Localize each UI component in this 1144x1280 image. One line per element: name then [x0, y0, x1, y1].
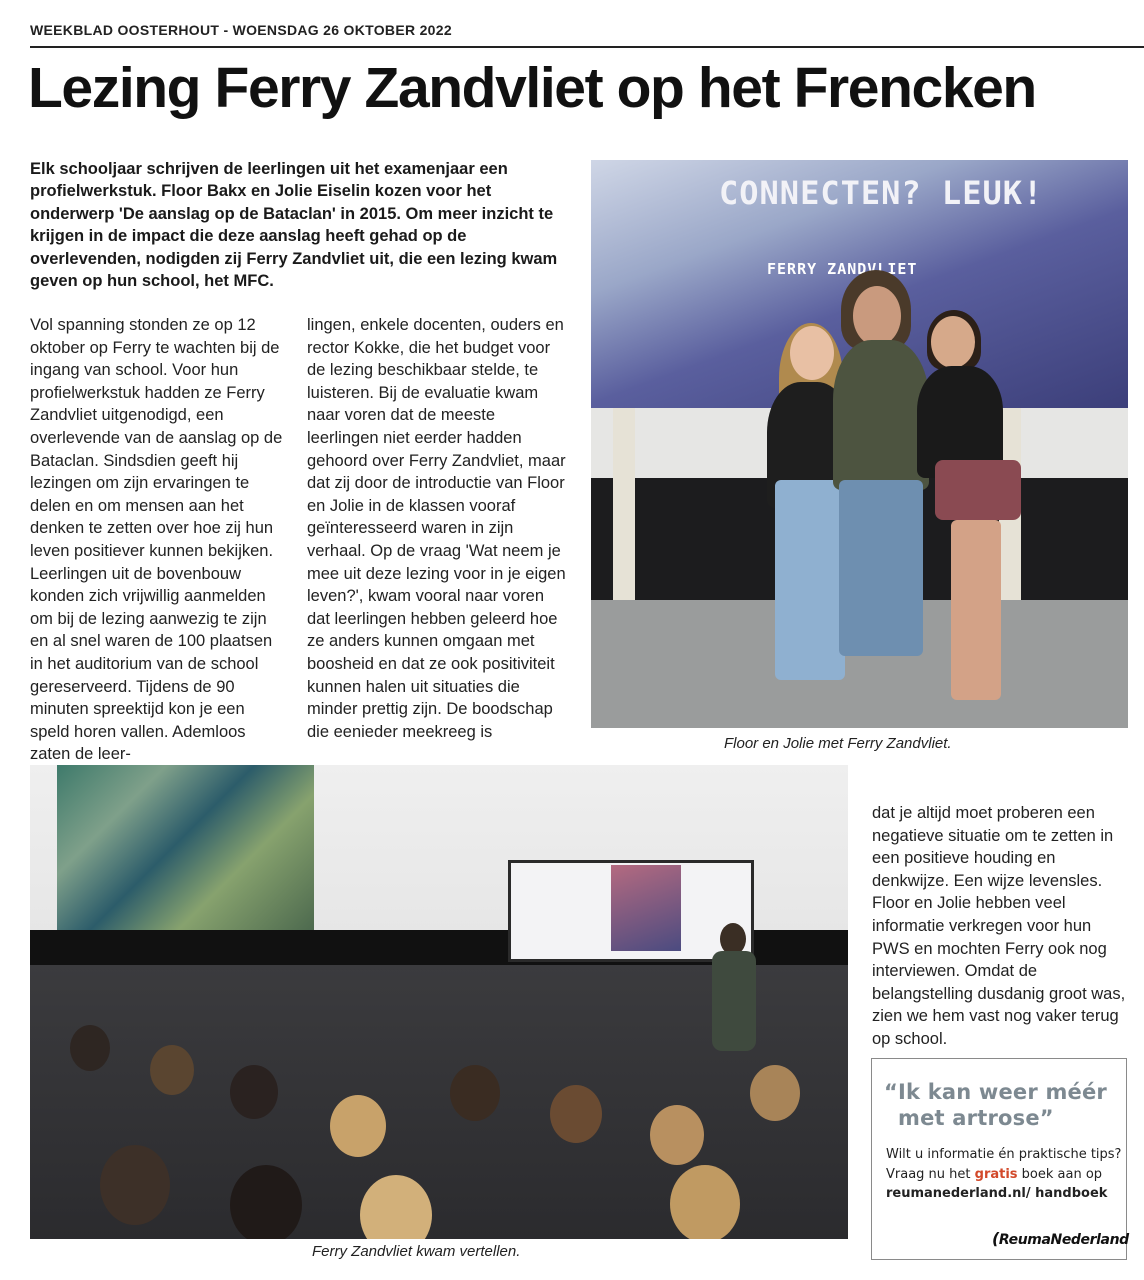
body-column-1: Vol spanning stonden ze op 12 oktober op…: [30, 316, 283, 764]
audience-head: [150, 1045, 194, 1095]
screen-name-text: FERRY ZANDVLIET: [767, 260, 918, 278]
audience-head: [70, 1025, 110, 1071]
audience-head: [550, 1085, 602, 1143]
ad-body-text: Wilt u informatie én praktische tips? Vr…: [886, 1145, 1122, 1204]
masthead-rule: [30, 46, 1144, 48]
audience-head: [230, 1065, 278, 1119]
reuma-advertisement[interactable]: “Ik kan weer méér met artrose” Wilt u in…: [871, 1058, 1129, 1260]
auditorium-projection-screen: [508, 860, 754, 962]
logo-arc-icon: (: [992, 1229, 999, 1248]
body-column-3: dat je altijd moet proberen een negatiev…: [872, 804, 1126, 1048]
masthead: WEEKBLAD OOSTERHOUT - WOENSDAG 26 OKTOBE…: [30, 22, 452, 38]
ad-quote-line-1: “Ik kan weer méér: [884, 1080, 1107, 1104]
person-legs-right: [951, 520, 1001, 700]
ad-quote: “Ik kan weer méér met artrose”: [884, 1079, 1124, 1131]
projected-image: [611, 865, 681, 951]
audience-head: [650, 1105, 704, 1165]
audience-head: [670, 1165, 740, 1239]
article-headline: Lezing Ferry Zandvliet op het Frencken: [28, 56, 1037, 120]
logo-text: ReumaNederland: [998, 1232, 1129, 1248]
person-head-left: [790, 326, 834, 380]
reumanederland-logo: (ReumaNederland: [992, 1229, 1129, 1248]
photo-caption-top: Floor en Jolie met Ferry Zandvliet.: [724, 735, 952, 752]
photo-caption-bottom: Ferry Zandvliet kwam vertellen.: [312, 1243, 521, 1260]
ad-text-2: boek aan op: [1017, 1166, 1103, 1182]
photo-auditorium: [30, 765, 848, 1239]
audience-head: [100, 1145, 170, 1225]
photo-floor-jolie-ferry: CONNECTEN? LEUK! FERRY ZANDVLIET: [591, 160, 1128, 728]
audience-head: [330, 1095, 386, 1157]
article-lead: Elk schooljaar schrijven de leerlingen u…: [30, 160, 558, 291]
audience-head: [750, 1065, 800, 1121]
speaker-body: [712, 951, 756, 1051]
body-column-2: lingen, enkele docenten, ouders en recto…: [307, 316, 566, 741]
ad-quote-line-2: met artrose”: [898, 1106, 1054, 1130]
audience-head: [230, 1165, 302, 1239]
ad-highlight-gratis: gratis: [974, 1166, 1018, 1182]
screen-title-text: CONNECTEN? LEUK!: [719, 174, 1044, 212]
person-jeans-left: [775, 480, 845, 680]
person-torso-middle: [833, 340, 929, 490]
audience-head: [450, 1065, 500, 1121]
person-jeans-middle: [839, 480, 923, 656]
ad-link[interactable]: reumanederland.nl/ handboek: [886, 1186, 1107, 1201]
wall-painting: [57, 765, 314, 948]
person-skirt-right: [935, 460, 1021, 520]
person-head-right: [931, 316, 975, 368]
pillar-left: [613, 408, 635, 618]
person-head-middle: [853, 286, 901, 346]
